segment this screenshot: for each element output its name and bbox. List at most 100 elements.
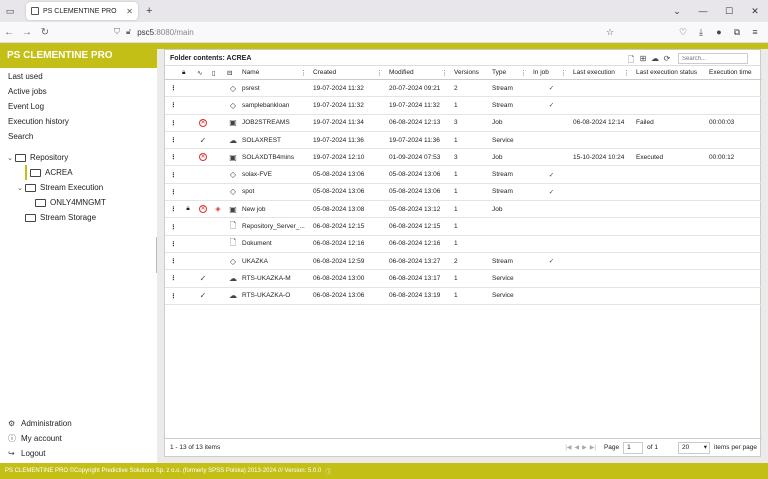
row-name[interactable]: Dokument [239, 235, 310, 253]
table-row[interactable]: ⋮ ◇ UKAZKA 06-08-2024 12:59 06-08-2024 13:27… [165, 252, 762, 271]
column-menu-icon[interactable]: ⋮ [560, 69, 567, 77]
row-menu-icon[interactable]: ⋮ [165, 148, 179, 167]
first-page-icon[interactable]: |◀ [565, 444, 571, 451]
tree-node-repository[interactable]: ⌄ Repository [0, 150, 157, 165]
tree-node-stream-execution[interactable]: ⌄ Stream Execution [0, 180, 157, 195]
row-name[interactable]: UKAZKA [239, 252, 310, 271]
refresh-icon[interactable]: ⟳ [661, 54, 673, 64]
col-created[interactable]: Created ⋮ [310, 65, 386, 80]
column-menu-icon[interactable]: ⋮ [623, 69, 630, 77]
sidebar-item-event-log[interactable]: Event Log [0, 99, 157, 114]
row-menu-icon[interactable]: ⋮ [165, 183, 179, 202]
extensions-icon[interactable]: ⧉ [728, 27, 746, 38]
pocket-icon[interactable]: ♡ [674, 27, 692, 38]
table-row[interactable]: ⋮ ◇ solax-FVE 05-08-2024 13:06 05-08-2024 13… [165, 165, 762, 184]
sidebar-item-search[interactable]: Search [0, 129, 157, 144]
column-menu-icon[interactable]: ⋮ [441, 69, 448, 77]
back-icon[interactable]: ← [0, 27, 18, 38]
col-type-icon[interactable]: ⊟ [224, 65, 239, 80]
row-name[interactable]: Repository_Server_... [239, 217, 310, 236]
row-menu-icon[interactable]: ⋮ [165, 252, 179, 271]
row-name[interactable]: solax-FVE [239, 165, 310, 184]
row-menu-icon[interactable]: ⋮ [165, 200, 179, 219]
help-icon[interactable]: ⓘ [325, 467, 331, 476]
close-tab-icon[interactable]: ✕ [126, 7, 133, 16]
col-name[interactable]: Name ⋮ [239, 65, 310, 80]
row-name[interactable]: SOLAXREST [239, 131, 310, 150]
table-row[interactable]: ⋮ ✓ ☁ RTS-UKAZKA-M 06-08-2024 13:00 06-08-202… [165, 269, 762, 288]
menu-icon[interactable]: ≡ [746, 27, 764, 38]
table-row[interactable]: ⋮ ✕ ▣ SOLAXDTB4mins 19-07-2024 12:10 01-09-20… [165, 148, 762, 167]
col-activity[interactable]: ∿ [194, 65, 209, 80]
row-menu-icon[interactable]: ⋮ [165, 131, 179, 150]
sidebar-item-execution-history[interactable]: Execution history [0, 114, 157, 129]
row-menu-icon[interactable]: ⋮ [165, 79, 179, 98]
sidebar-item-logout[interactable]: ↪ Logout [0, 446, 157, 461]
table-row[interactable]: ⋮ 🔒︎ ✕ ◈ ▣ New job 05-08-2024 13:08 05-08-2024 … [165, 200, 762, 219]
tree-node-stream-storage[interactable]: Stream Storage [0, 210, 157, 225]
column-menu-icon[interactable]: ⋮ [300, 69, 307, 77]
row-menu-icon[interactable]: ⋮ [165, 96, 179, 115]
prev-page-icon[interactable]: ◀ [575, 444, 580, 451]
minimize-icon[interactable]: — [690, 6, 716, 17]
new-item-icon[interactable]: ⊞ [637, 54, 649, 64]
row-menu-icon[interactable]: ⋮ [165, 269, 179, 288]
close-window-icon[interactable]: ✕ [742, 6, 768, 17]
table-row[interactable]: ⋮ 🗋︎ Repository_Server_... 06-08-2024 12:15… [165, 217, 762, 236]
insecure-lock-icon[interactable]: 🔓︎ [126, 27, 131, 37]
forward-icon[interactable]: → [18, 27, 36, 38]
tab-list-icon[interactable]: ▭ [0, 0, 20, 22]
cloud-upload-icon[interactable]: ☁ [649, 54, 661, 64]
sidebar-item-my-account[interactable]: ⓘ My account [0, 431, 157, 446]
table-row[interactable]: ⋮ ✓ ☁ SOLAXREST 19-07-2024 11:36 19-07-2024 1… [165, 131, 762, 150]
col-clipboard[interactable]: ▯ [209, 65, 224, 80]
page-input[interactable]: 1 [623, 441, 644, 454]
row-menu-icon[interactable]: ⋮ [165, 165, 179, 184]
col-versions[interactable]: Versions [451, 65, 489, 80]
next-page-icon[interactable]: ▶ [582, 444, 587, 451]
row-name[interactable]: spot [239, 183, 310, 202]
row-name[interactable]: SOLAXDTB4mins [239, 148, 310, 167]
items-per-page-select[interactable]: 20 ▾ [678, 441, 710, 454]
table-row[interactable]: ⋮ ◇ samplebankloan 19-07-2024 11:32 19-07-20… [165, 96, 762, 115]
profile-icon[interactable]: ● [710, 27, 728, 38]
row-menu-icon[interactable]: ⋮ [165, 217, 179, 236]
reload-icon[interactable]: ↻ [36, 27, 54, 38]
download-icon[interactable]: ⤓ [692, 27, 710, 38]
col-lock[interactable]: 🔒︎ [179, 65, 194, 80]
chevron-down-icon[interactable]: ⌄ [664, 6, 690, 17]
browser-tab[interactable]: PS CLEMENTINE PRO ✕ [26, 2, 138, 20]
col-type[interactable]: Type ⋮ [489, 65, 530, 80]
new-tab-icon[interactable]: + [146, 5, 152, 17]
chevron-down-icon[interactable]: ⌄ [15, 184, 25, 192]
table-row[interactable]: ⋮ ✕ ▣ JOB2STREAMS 19-07-2024 11:34 06-08-2024… [165, 114, 762, 132]
bookmark-star-icon[interactable]: ☆ [606, 27, 614, 38]
chevron-down-icon[interactable]: ⌄ [5, 154, 15, 162]
col-execution-time[interactable]: Execution time [706, 65, 762, 80]
new-document-icon[interactable]: 🗋︎ [625, 54, 637, 64]
row-name[interactable]: RTS-UKAZKA-M [239, 269, 310, 288]
url-field[interactable]: ⛉ 🔓︎ psc5 :8080/main ☆ [114, 25, 614, 40]
row-name[interactable]: JOB2STREAMS [239, 114, 310, 132]
sidebar-item-last-used[interactable]: Last used [0, 69, 157, 84]
sidebar-item-active-jobs[interactable]: Active jobs [0, 84, 157, 99]
col-modified[interactable]: Modified ⋮ [386, 65, 451, 80]
row-name[interactable]: samplebankloan [239, 96, 310, 115]
row-menu-icon[interactable]: ⋮ [165, 235, 179, 253]
table-row[interactable]: ⋮ ✓ ☁ RTS-UKAZKA-O 06-08-2024 13:06 06-08-202… [165, 287, 762, 305]
table-row[interactable]: ⋮ ◇ spot 05-08-2024 13:06 05-08-2024 13:06 1 S… [165, 183, 762, 202]
col-last-execution[interactable]: Last execution ⋮ [570, 65, 633, 80]
row-name[interactable]: New job [239, 200, 310, 219]
column-menu-icon[interactable]: ⋮ [376, 69, 383, 77]
maximize-icon[interactable]: ☐ [716, 6, 742, 17]
search-input[interactable] [678, 53, 748, 64]
table-row[interactable]: ⋮ 🗋︎ Dokument 06-08-2024 12:16 06-08-2024 12… [165, 235, 762, 253]
sidebar-item-administration[interactable]: ⚙ Administration [0, 416, 157, 431]
last-page-icon[interactable]: ▶| [590, 444, 596, 451]
table-row[interactable]: ⋮ ◇ psrest 19-07-2024 11:32 20-07-2024 09:21… [165, 79, 762, 98]
row-menu-icon[interactable]: ⋮ [165, 114, 179, 132]
tree-node-acrea[interactable]: ACREA [0, 165, 157, 180]
column-menu-icon[interactable]: ⋮ [520, 69, 527, 77]
row-name[interactable]: psrest [239, 79, 310, 98]
row-name[interactable]: RTS-UKAZKA-O [239, 287, 310, 305]
